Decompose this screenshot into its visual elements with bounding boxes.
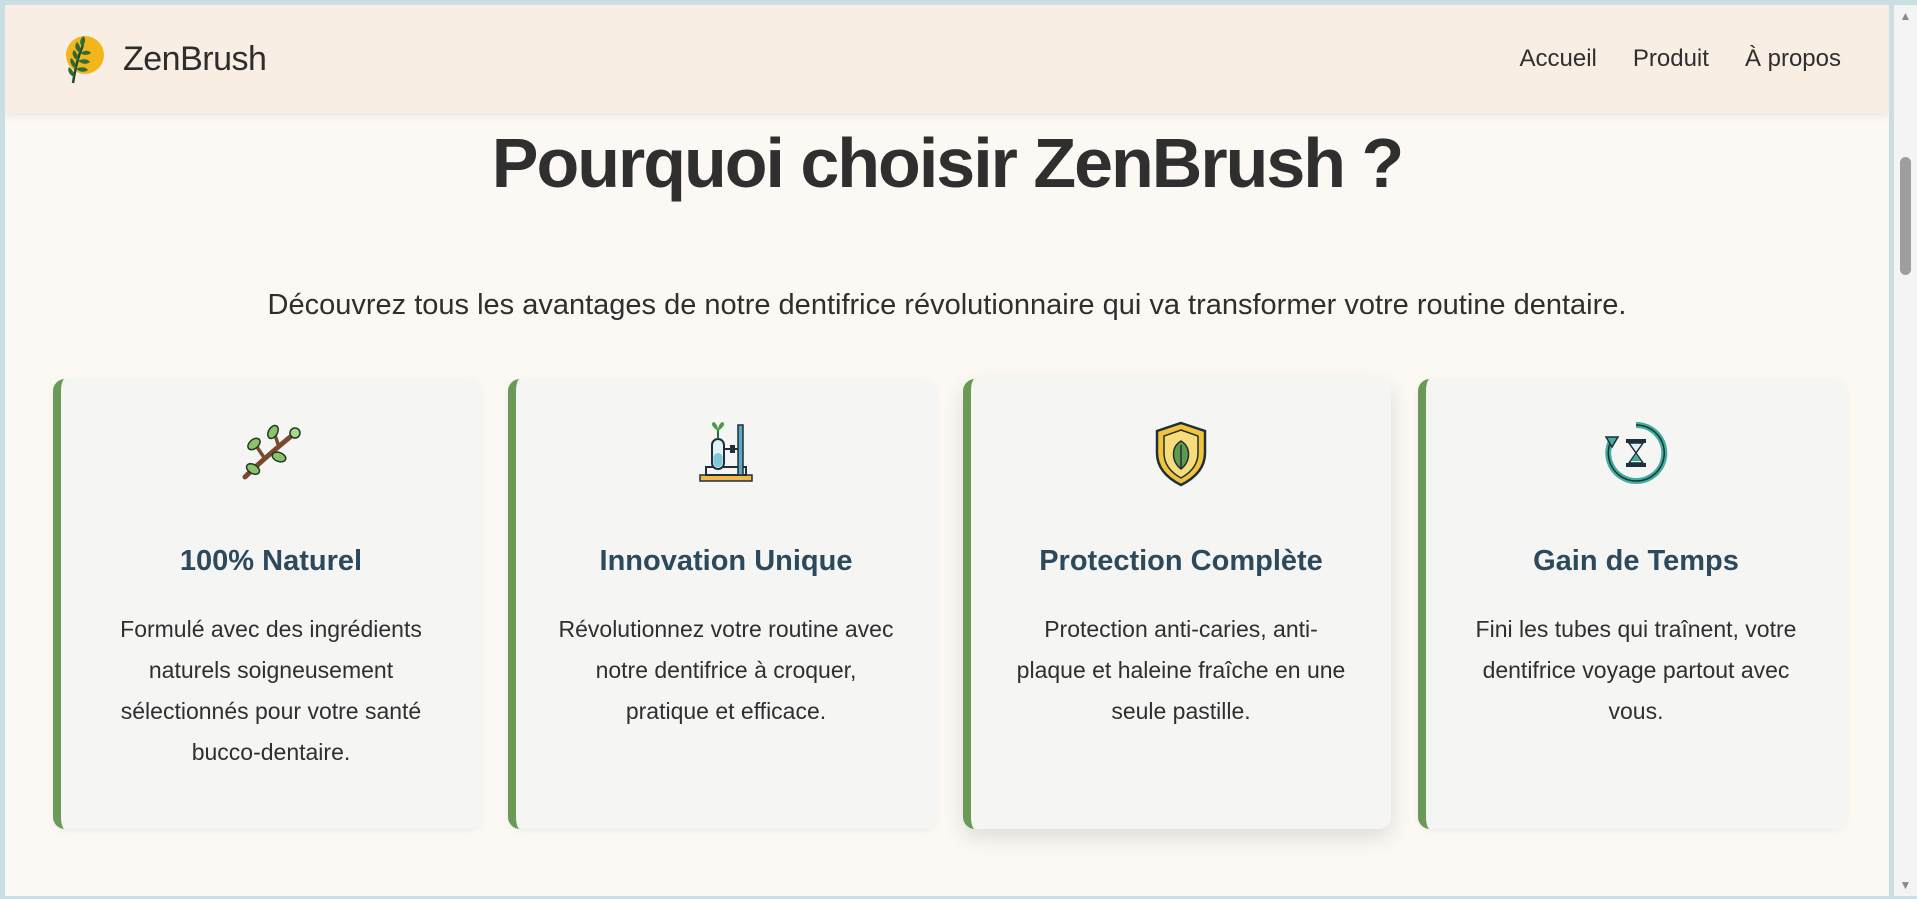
brand-logo-link[interactable]: ZenBrush — [53, 33, 267, 85]
vertical-scrollbar[interactable]: ▲ ▼ — [1894, 5, 1917, 896]
brand-name: ZenBrush — [123, 39, 267, 78]
scrollbar-thumb[interactable] — [1900, 157, 1911, 275]
nav-link-produit[interactable]: Produit — [1633, 45, 1709, 73]
feature-title: Gain de Temps — [1533, 545, 1739, 577]
scroll-up-arrow-icon[interactable]: ▲ — [1894, 5, 1917, 27]
feature-card-gain-de-temps: Gain de Temps Fini les tubes qui traînen… — [1418, 379, 1846, 829]
hourglass-cycle-icon — [1604, 421, 1668, 484]
page-viewport: ZenBrush Accueil Produit À propos Pourqu… — [5, 5, 1889, 896]
main-nav: Accueil Produit À propos — [1484, 5, 1841, 113]
feature-description: Formulé avec des ingrédients naturels so… — [120, 616, 422, 765]
feature-title: Innovation Unique — [599, 545, 853, 577]
feature-title: Protection Complète — [1039, 545, 1323, 577]
leaf-sun-logo-icon — [66, 36, 104, 84]
section-title: Pourquoi choisir ZenBrush ? — [491, 124, 1404, 202]
nav-link-a-propos[interactable]: À propos — [1745, 45, 1841, 73]
feature-description: Fini les tubes qui traînent, votre denti… — [1475, 616, 1797, 724]
feature-card-protection: Protection Complète Protection anti-cari… — [963, 379, 1391, 829]
feature-description: Révolutionnez votre routine avec notre d… — [558, 616, 894, 724]
leaf-shield-icon — [1155, 421, 1207, 487]
lab-test-tube-icon — [699, 422, 753, 482]
site-header: ZenBrush Accueil Produit À propos — [5, 5, 1889, 113]
feature-card-naturel: 100% Naturel Formulé avec des ingrédient… — [53, 379, 481, 829]
feature-card-innovation: Innovation Unique Révolutionnez votre ro… — [508, 379, 936, 829]
section-subtitle: Découvrez tous les avantages de notre de… — [267, 289, 1627, 321]
scroll-down-arrow-icon[interactable]: ▼ — [1894, 874, 1917, 896]
feature-title: 100% Naturel — [179, 545, 363, 577]
branch-icon — [242, 424, 301, 480]
nav-link-accueil[interactable]: Accueil — [1520, 45, 1597, 73]
feature-description: Protection anti-caries, anti-plaque et h… — [1016, 616, 1346, 724]
